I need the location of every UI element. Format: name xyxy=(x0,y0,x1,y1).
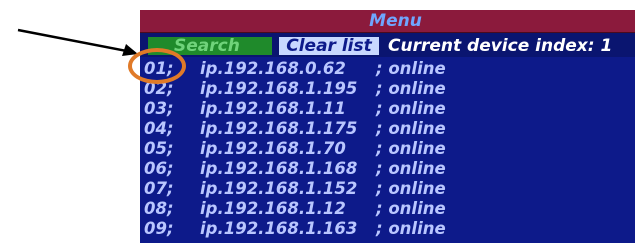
device-index: 05; xyxy=(144,139,174,158)
tv-screen: Menu Search Clear list Current device in… xyxy=(140,10,635,243)
menu-bar: Menu xyxy=(140,10,635,33)
device-index: 03; xyxy=(144,99,174,118)
list-item[interactable]: 04; ip.192.168.1.175 ; online xyxy=(140,119,635,139)
device-ip: ip.192.168.0.62 xyxy=(200,59,346,78)
device-status: ; online xyxy=(376,119,446,138)
device-ip: ip.192.168.1.70 xyxy=(200,139,346,158)
list-item[interactable]: 06; ip.192.168.1.168 ; online xyxy=(140,159,635,179)
device-list: 01; ip.192.168.0.62 ; online 02; ip.192.… xyxy=(140,59,635,239)
clear-list-button[interactable]: Clear list xyxy=(279,37,379,55)
device-status: ; online xyxy=(376,59,446,78)
device-index: 07; xyxy=(144,179,174,198)
list-item[interactable]: 02; ip.192.168.1.195 ; online xyxy=(140,79,635,99)
device-status: ; online xyxy=(376,79,446,98)
device-status: ; online xyxy=(376,99,446,118)
list-item[interactable]: 05; ip.192.168.1.70 ; online xyxy=(140,139,635,159)
device-ip: ip.192.168.1.152 xyxy=(200,179,358,198)
device-status: ; online xyxy=(376,199,446,218)
device-ip: ip.192.168.1.163 xyxy=(200,219,358,238)
device-index: 06; xyxy=(144,159,174,178)
device-index: 04; xyxy=(144,119,174,138)
device-index: 08; xyxy=(144,199,174,218)
device-status: ; online xyxy=(376,219,446,238)
menu-title: Menu xyxy=(369,11,422,31)
circle-highlight xyxy=(128,48,186,84)
current-device-index: Current device index: 1 xyxy=(388,36,613,56)
device-ip: ip.192.168.1.168 xyxy=(200,159,358,178)
toolbar: Search Clear list Current device index: … xyxy=(140,33,635,57)
list-item[interactable]: 08; ip.192.168.1.12 ; online xyxy=(140,199,635,219)
list-item[interactable]: 09; ip.192.168.1.163 ; online xyxy=(140,219,635,239)
device-ip: ip.192.168.1.11 xyxy=(200,99,346,118)
device-ip: ip.192.168.1.195 xyxy=(200,79,358,98)
device-index: 09; xyxy=(144,219,174,238)
list-item[interactable]: 01; ip.192.168.0.62 ; online xyxy=(140,59,635,79)
list-item[interactable]: 07; ip.192.168.1.152 ; online xyxy=(140,179,635,199)
list-item[interactable]: 03; ip.192.168.1.11 ; online xyxy=(140,99,635,119)
device-status: ; online xyxy=(376,179,446,198)
device-status: ; online xyxy=(376,159,446,178)
device-ip: ip.192.168.1.175 xyxy=(200,119,358,138)
device-status: ; online xyxy=(376,139,446,158)
device-ip: ip.192.168.1.12 xyxy=(200,199,346,218)
